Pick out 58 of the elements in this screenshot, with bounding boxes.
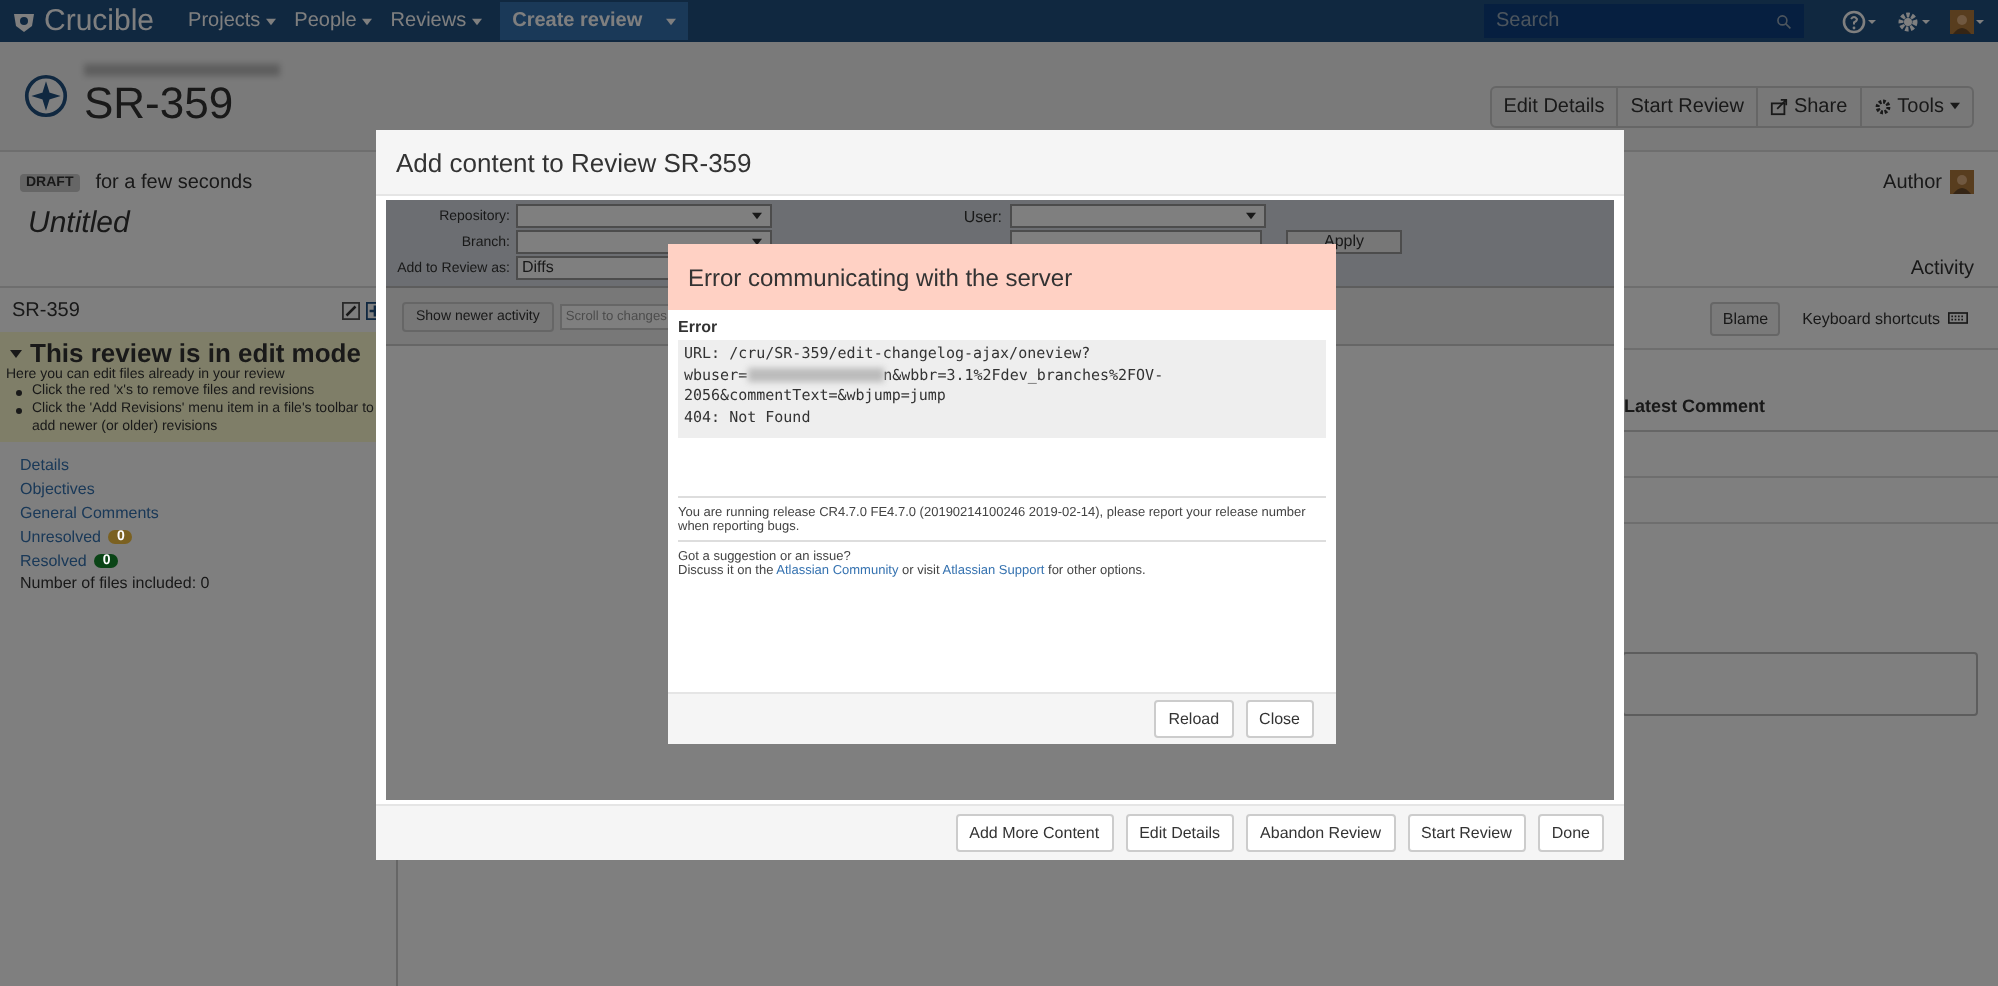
review-action-button[interactable]: Share <box>1755 87 1860 125</box>
review-action-button[interactable]: Edit Details <box>1491 87 1617 125</box>
avatar-icon <box>1950 168 1974 196</box>
files-count: Number of files included: 0 <box>20 574 212 592</box>
bullet-icon <box>16 408 22 414</box>
review-action-button[interactable]: Tools <box>1859 87 1972 125</box>
sidebar-link[interactable]: Resolved <box>20 551 87 569</box>
error-label: Error <box>678 318 720 336</box>
avatar-icon[interactable] <box>1950 9 1986 33</box>
logo-icon <box>12 9 36 33</box>
dialog-button[interactable]: Add More Content <box>955 814 1114 852</box>
dialog-title: Add content to Review SR-359 <box>376 130 1624 196</box>
dialog-button[interactable]: Abandon Review <box>1246 814 1396 852</box>
status-age: for a few seconds <box>95 172 253 194</box>
error-title: Error communicating with the server <box>668 244 1336 310</box>
search-icon <box>1776 13 1792 29</box>
dialog-button[interactable]: Close <box>1245 700 1314 738</box>
edit-mode-heading: This review is in edit mode <box>30 338 361 368</box>
project-icon <box>24 74 68 118</box>
sidebar-link[interactable]: Details <box>20 455 69 473</box>
share-icon <box>1769 97 1788 115</box>
review-key: SR-359 <box>84 77 280 129</box>
column-heading: Latest Comment <box>1624 396 1766 416</box>
nav-menu[interactable]: Reviews <box>390 10 483 32</box>
dialog-button[interactable]: Start Review <box>1407 814 1526 852</box>
sidebar-link[interactable]: Objectives <box>20 479 95 497</box>
sidebar-link[interactable]: Unresolved <box>20 527 101 545</box>
nav-menu[interactable]: People <box>294 10 373 32</box>
create-review-button[interactable]: Create review <box>500 2 689 40</box>
nav-menu[interactable]: Projects <box>188 10 277 32</box>
blame-button[interactable]: Blame <box>1710 301 1781 335</box>
dialog-button[interactable]: Done <box>1537 814 1604 852</box>
gear-icon <box>1873 97 1892 115</box>
dialog-button[interactable]: Edit Details <box>1125 814 1235 852</box>
help-icon[interactable] <box>1842 9 1878 33</box>
sidebar-link[interactable]: General Comments <box>20 503 159 521</box>
caret-icon[interactable] <box>666 17 677 25</box>
keyboard-shortcuts-button[interactable]: Keyboard shortcuts <box>1792 303 1978 333</box>
bullet-icon <box>16 390 22 396</box>
keyboard-icon <box>1948 312 1968 324</box>
author-label: Author <box>1883 171 1942 193</box>
dialog-button[interactable]: Reload <box>1154 700 1234 738</box>
caret-icon <box>266 17 277 25</box>
field-label: User: <box>961 207 1004 225</box>
caret-icon <box>472 17 483 25</box>
search-field[interactable]: Search <box>1484 4 1804 38</box>
review-title: Untitled <box>26 206 133 240</box>
edit-icon[interactable] <box>342 302 360 320</box>
caret-icon <box>1950 102 1960 110</box>
sidebar-title: SR-359 <box>12 300 80 322</box>
caret-icon[interactable] <box>10 349 22 357</box>
caret-icon <box>752 212 762 220</box>
settings-icon[interactable] <box>1896 9 1932 33</box>
activity-heading: Activity <box>1910 258 1974 280</box>
caret-icon <box>362 17 373 25</box>
caret-icon <box>1246 212 1256 220</box>
review-action-button[interactable]: Start Review <box>1616 87 1756 125</box>
app-logo[interactable]: Crucible <box>44 4 155 38</box>
